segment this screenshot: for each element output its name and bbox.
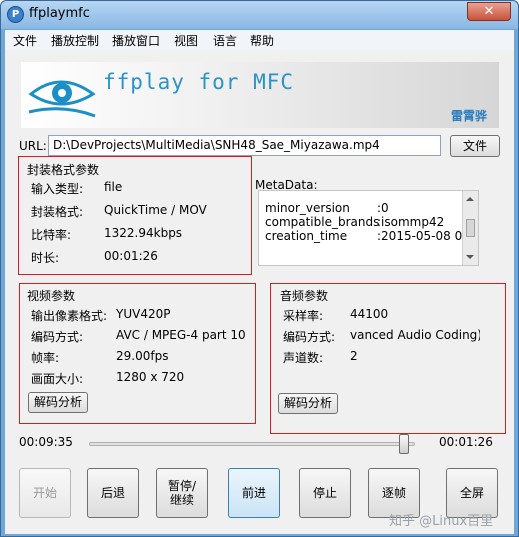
banner-title: ffplay for MFC xyxy=(103,70,295,94)
forward-button-label: 前进 xyxy=(241,486,266,500)
app-window: P ffplaymfc ✕ 文件 播放控制 播放窗口 视图 语言 帮助 ffpl… xyxy=(0,0,519,537)
menu-view[interactable]: 视图 xyxy=(174,32,198,49)
browse-file-button[interactable]: 文件 xyxy=(450,135,500,157)
pause-button-line2: 继续 xyxy=(169,493,194,507)
duration-label: 时长: xyxy=(31,251,60,265)
bitrate-value: 1322.94kbps xyxy=(104,226,183,240)
forward-button[interactable]: 前进 xyxy=(228,468,280,518)
meta-value-compatible-brands: :isommp42 xyxy=(377,215,445,229)
bitrate-label: 比特率: xyxy=(31,228,72,242)
sample-rate-value: 44100 xyxy=(350,307,389,321)
start-button[interactable]: 开始 xyxy=(19,468,71,518)
format-label: 封装格式: xyxy=(31,205,84,219)
app-icon: P xyxy=(7,6,24,23)
input-type-value: file xyxy=(104,180,123,194)
meta-key-minor-version: minor_version xyxy=(265,201,350,215)
main-panel: ffplay for MFC 雷霄骅 URL: D:\DevProjects\M… xyxy=(5,50,514,534)
menu-language[interactable]: 语言 xyxy=(213,32,237,49)
url-input[interactable]: D:\DevProjects\MultiMedia\SNH48_Sae_Miya… xyxy=(48,135,441,156)
container-params-title: 封装格式参数 xyxy=(27,163,100,177)
meta-key-creation-time: creation_time xyxy=(265,229,348,243)
start-button-label: 开始 xyxy=(32,486,57,500)
title-bar[interactable]: P ffplaymfc ✕ xyxy=(1,1,518,29)
pixel-format-label: 输出像素格式: xyxy=(31,309,108,323)
pause-resume-button[interactable]: 暂停/ 继续 xyxy=(156,468,208,518)
meta-key-compatible-brands: compatible_brands xyxy=(265,215,380,229)
scroll-up-icon[interactable] xyxy=(463,193,477,205)
stop-button-label: 停止 xyxy=(312,486,337,500)
sample-rate-label: 采样率: xyxy=(283,309,324,323)
audio-codec-value: vanced Audio Coding) xyxy=(350,328,480,342)
back-button-label: 后退 xyxy=(100,486,125,500)
menu-playback-control[interactable]: 播放控制 xyxy=(51,32,99,49)
duration-value: 00:01:26 xyxy=(104,249,158,263)
close-button[interactable]: ✕ xyxy=(467,2,511,21)
back-button[interactable]: 后退 xyxy=(87,468,139,518)
watermark: 知乎 @Linux百里 xyxy=(389,514,494,529)
window-title: ffplaymfc xyxy=(29,6,90,21)
video-codec-label: 编码方式: xyxy=(31,330,84,344)
seek-slider[interactable] xyxy=(89,434,415,454)
meta-value-creation-time: :2015-05-08 0 xyxy=(377,229,462,243)
video-analyze-button[interactable]: 解码分析 xyxy=(28,392,88,413)
channels-label: 声道数: xyxy=(283,351,324,365)
eye-logo-icon xyxy=(28,80,96,118)
audio-params-title: 音频参数 xyxy=(280,289,329,303)
metadata-scrollbar[interactable] xyxy=(462,191,478,265)
framerate-value: 29.00fps xyxy=(116,349,169,363)
menu-help[interactable]: 帮助 xyxy=(250,32,274,49)
pixel-format-value: YUV420P xyxy=(116,307,171,321)
banner-author: 雷霄骅 xyxy=(450,109,487,123)
banner: ffplay for MFC 雷霄骅 xyxy=(21,62,499,128)
scroll-thumb[interactable] xyxy=(466,219,475,237)
current-time: 00:09:35 xyxy=(19,435,73,449)
video-codec-value: AVC / MPEG-4 part 10 xyxy=(116,328,246,342)
input-type-label: 输入类型: xyxy=(31,182,84,196)
url-label: URL: xyxy=(19,139,47,153)
seek-slider-thumb[interactable] xyxy=(399,434,409,454)
frame-size-value: 1280 x 720 xyxy=(116,370,185,384)
menu-playback-window[interactable]: 播放窗口 xyxy=(112,32,160,49)
pause-button-line1: 暂停/ xyxy=(167,479,197,493)
menu-file[interactable]: 文件 xyxy=(13,32,37,49)
step-frame-button-label: 逐帧 xyxy=(381,486,406,500)
stop-button[interactable]: 停止 xyxy=(299,468,351,518)
total-time: 00:01:26 xyxy=(439,435,493,449)
metadata-list[interactable]: minor_version :0 compatible_brands :isom… xyxy=(258,190,479,266)
audio-analyze-button[interactable]: 解码分析 xyxy=(278,393,338,414)
video-params-title: 视频参数 xyxy=(27,289,76,303)
fullscreen-button-label: 全屏 xyxy=(459,486,484,500)
format-value: QuickTime / MOV xyxy=(104,203,207,217)
meta-value-minor-version: :0 xyxy=(377,201,389,215)
frame-size-label: 画面大小: xyxy=(31,372,84,386)
menu-bar: 文件 播放控制 播放窗口 视图 语言 帮助 xyxy=(5,30,514,50)
scroll-down-icon[interactable] xyxy=(463,251,477,263)
channels-value: 2 xyxy=(350,349,358,363)
framerate-label: 帧率: xyxy=(31,351,60,365)
close-icon: ✕ xyxy=(483,4,495,19)
audio-codec-label: 编码方式: xyxy=(283,330,336,344)
